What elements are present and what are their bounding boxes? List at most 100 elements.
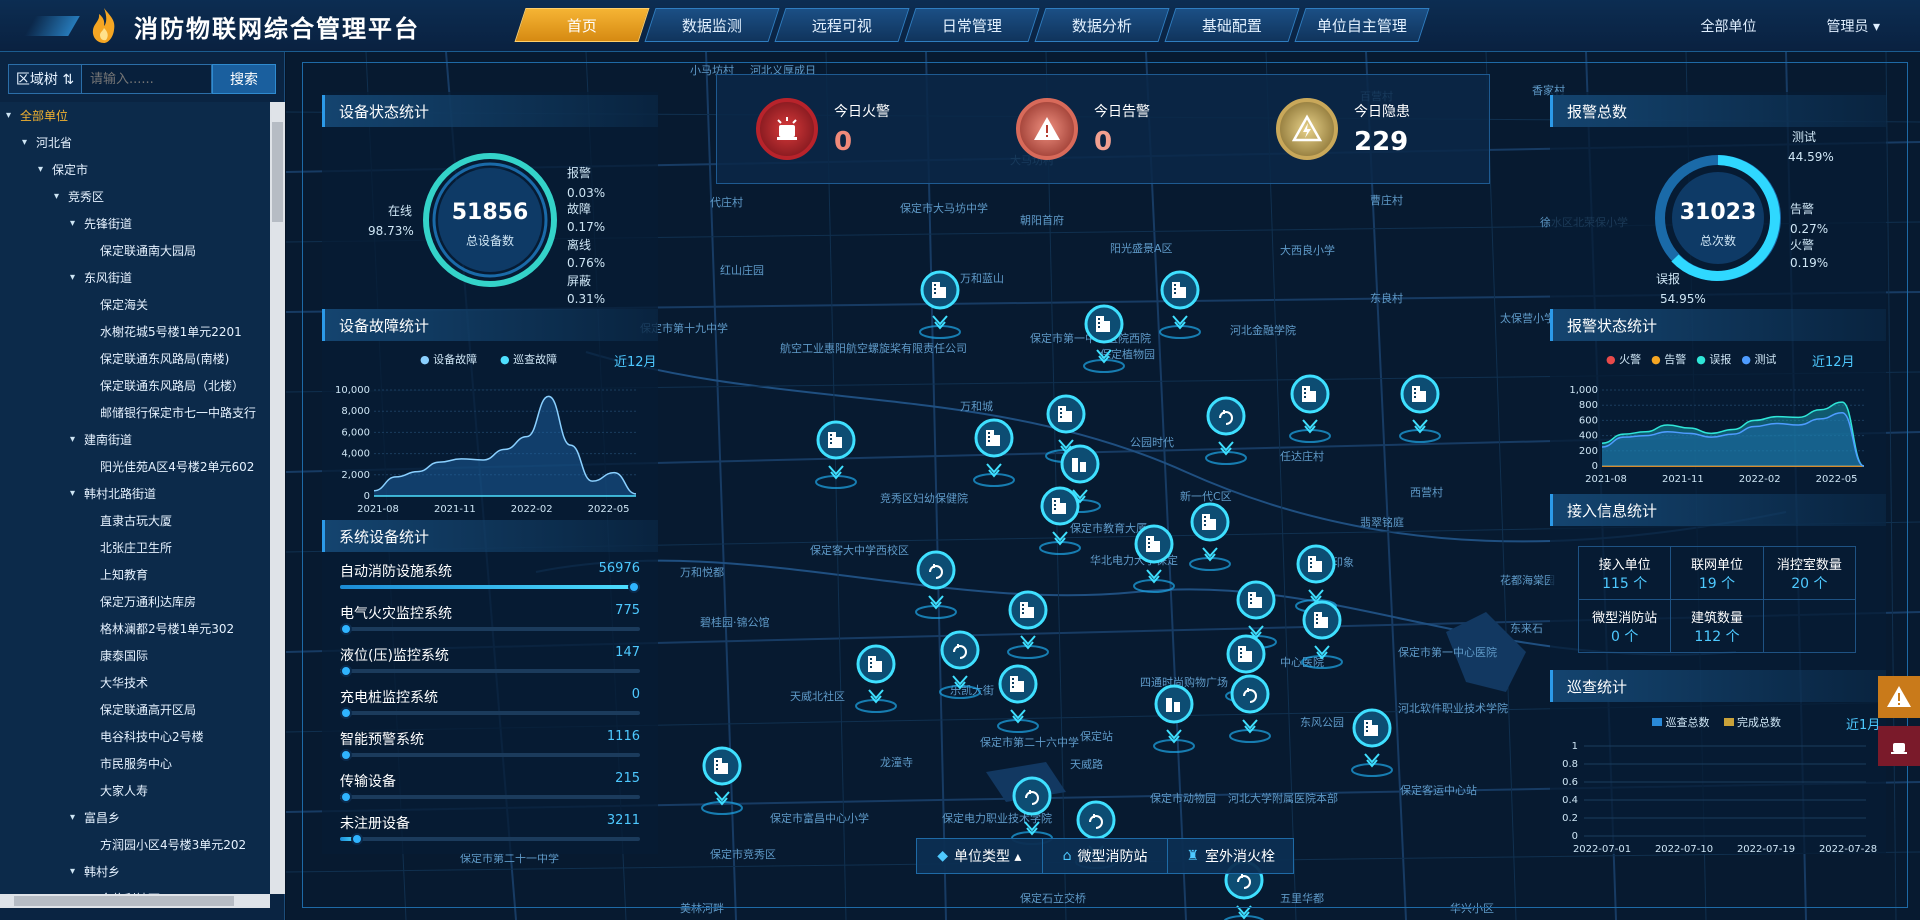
system-device-slider-knob (340, 749, 352, 761)
tree-node-label: 康泰国际 (100, 649, 149, 663)
system-device-bar (340, 581, 640, 593)
flame-icon (92, 8, 115, 43)
y-tick-label: 0 (364, 491, 370, 502)
nav-data-monitor[interactable]: 数据监测 (644, 8, 780, 42)
y-tick-label: 8,000 (341, 406, 370, 417)
tree-node[interactable]: 格林澜都2号楼1单元302 (0, 615, 270, 642)
tree-node[interactable]: 保定联通东风路局(南楼) (0, 345, 270, 372)
tree-node[interactable]: 保定联通高开区局 (0, 696, 270, 723)
tree-node-label: 水榭花城5号楼1单元2201 (100, 325, 242, 339)
tree-node[interactable]: 市民服务中心 (0, 750, 270, 777)
stat-hazard-value: 229 (1354, 127, 1409, 157)
tree-node[interactable]: ▾ 韩村北路街道 (0, 480, 270, 507)
tree-node[interactable]: 水榭花城5号楼1单元2201 (0, 318, 270, 345)
hydrant-button[interactable]: ♜ 室外消火栓 (1168, 839, 1293, 873)
patrol-period[interactable]: 近1月 (1846, 714, 1880, 733)
alarm-status-title: 报警状态统计 (1550, 309, 1886, 341)
y-tick-label: 2,000 (341, 470, 370, 481)
main-nav: 首页 数据监测 远程可视 日常管理 数据分析 基础配置 单位自主管理 (514, 8, 1430, 42)
alarm-side-button[interactable] (1878, 676, 1920, 718)
alarm-warn-label: 告警 (1790, 202, 1815, 216)
nav-basic-config[interactable]: 基础配置 (1164, 8, 1300, 42)
tree-node-label: 建南街道 (84, 433, 133, 447)
tree-node[interactable]: ▾ 河北省 (0, 129, 270, 156)
tree-horizontal-scrollbar[interactable] (0, 894, 270, 908)
tree-node[interactable]: ▾ 韩村乡 (0, 858, 270, 885)
tree-node[interactable]: ▾ 竞秀区 (0, 183, 270, 210)
tree-node-label: 全部单位 (20, 109, 69, 123)
fault-period[interactable]: 近12月 (614, 351, 657, 370)
fault-legend-device: ● 设备故障 (420, 353, 478, 366)
chevron-down-icon[interactable]: ▾ (22, 137, 36, 148)
tree-node[interactable]: 电谷科技中心2号楼 (0, 723, 270, 750)
chevron-down-icon[interactable]: ▾ (70, 272, 84, 283)
unit-type-button[interactable]: ◆ 单位类型 ▴ (917, 839, 1043, 873)
tree-node[interactable]: 保定海关 (0, 291, 270, 318)
tree-node[interactable]: ▾ 全部单位 (0, 102, 270, 129)
x-tick-label: 2022-07-10 (1655, 844, 1713, 855)
system-device-bar (340, 665, 640, 677)
nav-data-analysis[interactable]: 数据分析 (1034, 8, 1170, 42)
nav-unit-management[interactable]: 单位自主管理 (1294, 8, 1430, 42)
tree-node[interactable]: ▾ 东风街道 (0, 264, 270, 291)
search-input[interactable] (82, 64, 212, 94)
warning-icon (1887, 686, 1911, 707)
tree-node[interactable]: 方润园小区4号楼3单元202 (0, 831, 270, 858)
tree-node[interactable]: 北张庄卫生所 (0, 534, 270, 561)
access-info-table: 接入单位 115 个 联网单位 19 个 消控室数量 20 个 微型消防站 0 个 建筑… (1577, 546, 1857, 653)
tree-node[interactable]: 邮储银行保定市七一中路支行 (0, 399, 270, 426)
tree-vertical-scrollbar[interactable] (270, 102, 285, 894)
chevron-down-icon[interactable]: ▾ (70, 434, 84, 445)
chevron-down-icon[interactable]: ▾ (70, 812, 84, 823)
tree-node[interactable]: 保定联通南大园局 (0, 237, 270, 264)
tree-node[interactable]: 大家人寿 (0, 777, 270, 804)
y-tick-label: 600 (1579, 415, 1598, 426)
stat-fire-value: 0 (834, 127, 853, 157)
system-device-bar (340, 791, 640, 803)
system-device-name: 未注册设备 (340, 816, 410, 832)
tree-node[interactable]: ▾ 建南街道 (0, 426, 270, 453)
search-button[interactable]: 搜索 (212, 64, 276, 94)
alarm-total-label: 总次数 (1699, 234, 1736, 248)
access-units-cell: 接入单位 115 个 (1577, 546, 1672, 600)
chevron-down-icon[interactable]: ▾ (70, 866, 84, 877)
system-device-slider-knob (340, 791, 352, 803)
tree-node[interactable]: ▾ 先锋街道 (0, 210, 270, 237)
nav-home[interactable]: 首页 (514, 8, 650, 42)
chevron-down-icon[interactable]: ▾ (70, 488, 84, 499)
system-device-bar (340, 833, 640, 845)
map-layer-bar: ◆ 单位类型 ▴ ⌂ 微型消防站 ♜ 室外消火栓 (916, 838, 1294, 874)
x-tick-label: 2021-08 (357, 504, 399, 515)
tree-node-label: 市民服务中心 (100, 757, 173, 771)
chevron-down-icon[interactable]: ▾ (6, 110, 20, 121)
tree-node[interactable]: 保定联通东风路局（北楼） (0, 372, 270, 399)
alarm-status-period[interactable]: 近12月 (1812, 351, 1855, 370)
tree-node[interactable]: ▾ 富昌乡 (0, 804, 270, 831)
tree-node[interactable]: ▾ 保定市 (0, 156, 270, 183)
unit-selector[interactable]: 全部单位 (1701, 16, 1757, 36)
nav-daily-management[interactable]: 日常管理 (904, 8, 1040, 42)
chevron-down-icon[interactable]: ▾ (54, 191, 68, 202)
tree-node[interactable]: 阳光佳苑A区4号楼2单元602 (0, 453, 270, 480)
tree-node[interactable]: 大华技术 (0, 669, 270, 696)
fire-side-button[interactable] (1878, 726, 1920, 766)
tree-node-label: 保定海关 (100, 298, 149, 312)
tree-node[interactable]: 上知教育 (0, 561, 270, 588)
chevron-down-icon[interactable]: ▾ (38, 164, 52, 175)
layers-icon: ◆ (937, 848, 948, 864)
patrol-chart: 1 0.8 0.6 0.4 0.2 0 2022-07-01 2022-07-10 2022-0… (1562, 741, 1877, 855)
region-tree-select[interactable]: 区域树 ⇅ (8, 64, 82, 94)
system-device-name: 智能预警系统 (340, 732, 424, 748)
tree-node[interactable]: 保定万通利达库房 (0, 588, 270, 615)
tree-node[interactable]: 金伯利钻石 (0, 885, 270, 894)
system-device-value: 3211 (606, 813, 640, 828)
nav-remote-view[interactable]: 远程可视 (774, 8, 910, 42)
chevron-down-icon[interactable]: ▾ (70, 218, 84, 229)
tree-node-label: 上知教育 (100, 568, 149, 582)
tree-node[interactable]: 康泰国际 (0, 642, 270, 669)
tree-node[interactable]: 直隶古玩大厦 (0, 507, 270, 534)
micro-station-button[interactable]: ⌂ 微型消防站 (1043, 839, 1169, 873)
x-tick-label: 2022-02 (511, 504, 553, 515)
tree-node-label: 保定万通利达库房 (100, 595, 197, 609)
user-menu[interactable]: 管理员 ▾ (1827, 16, 1880, 36)
